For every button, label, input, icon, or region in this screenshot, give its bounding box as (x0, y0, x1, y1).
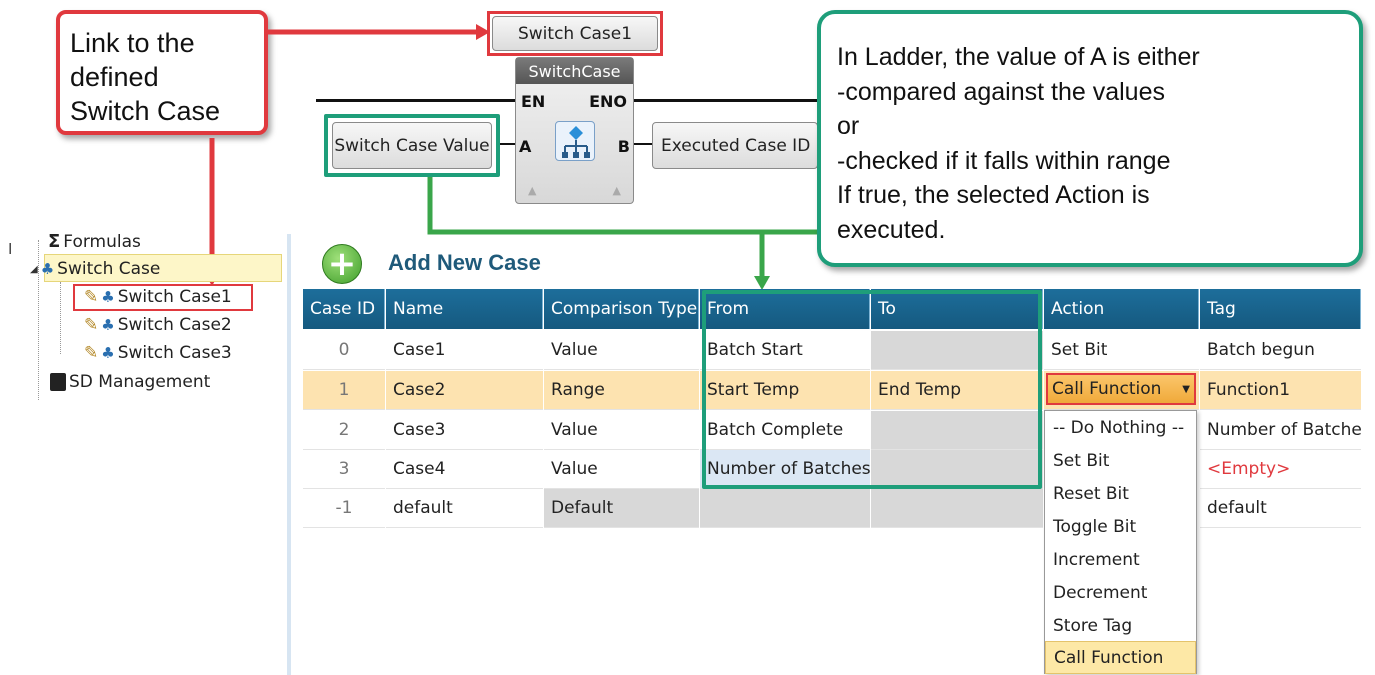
ladder-note-callout: In Ladder, the value of A is either -com… (817, 10, 1363, 267)
cell-name[interactable]: Case4 (386, 450, 543, 489)
cell-tag[interactable]: Number of Batches (1200, 411, 1361, 450)
link-callout-line-3: Switch Case (70, 96, 221, 126)
cell-name[interactable]: Case1 (386, 331, 543, 370)
ladder-note-line-5: If true, the selected Action is (837, 181, 1150, 209)
cell-tag-empty[interactable]: <Empty> (1200, 450, 1361, 489)
cell-case-id: 2 (303, 411, 385, 450)
col-header-action[interactable]: Action (1044, 289, 1199, 329)
tree-item-label: SD Management (69, 372, 211, 392)
from-to-highlight (702, 290, 1042, 489)
tree-guide-child (60, 282, 61, 354)
action-select-value: Call Function (1052, 379, 1162, 399)
tree-item-formulas[interactable]: Σ Formulas (48, 231, 141, 252)
tree-item-label: Switch Case3 (117, 343, 232, 363)
cell-case-id: 3 (303, 450, 385, 489)
tree-item-switch-case3[interactable]: ✎ ♣ Switch Case3 (84, 343, 232, 363)
cell-to (871, 489, 1043, 528)
input-a-label: A (519, 137, 532, 156)
tree-item-switch-case1[interactable]: ✎ ♣ Switch Case1 (84, 287, 232, 307)
dropdown-option-decrement[interactable]: Decrement (1045, 576, 1196, 609)
cell-case-id: -1 (303, 489, 385, 528)
cell-comparison-type: Default (544, 489, 699, 528)
output-b-label: B (617, 137, 630, 156)
en-label: EN (521, 92, 546, 111)
switch-case-value-button[interactable]: Switch Case Value (332, 122, 492, 169)
action-dropdown-list[interactable]: -- Do Nothing -- Set Bit Reset Bit Toggl… (1044, 410, 1197, 674)
cell-name[interactable]: Case2 (386, 371, 543, 410)
edit-icon: ✎ (84, 343, 99, 363)
col-header-tag[interactable]: Tag (1200, 289, 1361, 329)
switch-case-tree-icon: ♣ (101, 344, 115, 362)
ladder-note-line-1: In Ladder, the value of A is either (837, 43, 1200, 71)
ladder-note-line-2: -compared against the values (837, 77, 1165, 106)
edit-icon: ✎ (84, 287, 99, 307)
cell-from (700, 489, 870, 528)
chevron-down-icon: ▼ (1182, 383, 1190, 395)
cell-tag[interactable]: default (1200, 489, 1361, 528)
dropdown-option-store-tag[interactable]: Store Tag (1045, 609, 1196, 642)
tree-item-label: Switch Case1 (117, 287, 232, 307)
block-title: SwitchCase (516, 58, 633, 84)
rung-line-right (634, 99, 818, 102)
dropdown-option-do-nothing[interactable]: -- Do Nothing -- (1045, 411, 1196, 444)
cell-comparison-type[interactable]: Value (544, 331, 699, 370)
left-edge-fragment: I (8, 240, 13, 258)
link-callout-line-2: defined (70, 62, 159, 92)
eno-label: ENO (589, 92, 627, 111)
tree-item-label: Switch Case (57, 259, 161, 279)
tree-item-label: Switch Case2 (117, 315, 232, 335)
link-callout-line-1: Link to the (70, 28, 195, 58)
tree-item-label: Formulas (63, 231, 141, 252)
col-header-case-id[interactable]: Case ID (303, 289, 385, 329)
cell-name[interactable]: default (386, 489, 543, 528)
ladder-note-line-3: or (837, 112, 860, 140)
cell-name[interactable]: Case3 (386, 411, 543, 450)
switch-case-link-button[interactable]: Switch Case1 (492, 16, 658, 51)
switch-case-icon (555, 121, 595, 161)
switch-case-tree-icon: ♣ (101, 316, 115, 334)
collapse-icon[interactable]: ◢ (30, 264, 38, 275)
cell-case-id: 1 (303, 371, 385, 410)
tree-item-sd-management[interactable]: SD Management (50, 372, 210, 392)
edit-icon: ✎ (84, 315, 99, 335)
expand-right-icon[interactable]: ▲ (613, 184, 621, 197)
action-select[interactable]: Call Function ▼ (1046, 373, 1196, 405)
cell-tag[interactable]: Batch begun (1200, 331, 1361, 370)
dropdown-option-increment[interactable]: Increment (1045, 543, 1196, 576)
col-header-name[interactable]: Name (386, 289, 543, 329)
cell-comparison-type[interactable]: Range (544, 371, 699, 410)
cell-tag[interactable]: Function1 (1200, 371, 1361, 410)
cell-comparison-type[interactable]: Value (544, 450, 699, 489)
cell-action[interactable]: Set Bit (1044, 331, 1199, 370)
switchcase-function-block[interactable]: SwitchCase EN ENO A B ▲ ▲ (515, 57, 634, 204)
panel-splitter[interactable] (287, 234, 291, 675)
rung-line-left (316, 99, 516, 102)
dropdown-option-toggle-bit[interactable]: Toggle Bit (1045, 510, 1196, 543)
dropdown-option-call-function[interactable]: Call Function (1045, 641, 1196, 674)
formula-icon: Σ (48, 231, 61, 252)
ladder-note-line-6: executed. (837, 215, 946, 244)
cell-case-id: 0 (303, 331, 385, 370)
col-header-comparison-type[interactable]: Comparison Type (544, 289, 699, 329)
dropdown-option-set-bit[interactable]: Set Bit (1045, 444, 1196, 477)
link-callout: Link to the defined Switch Case (56, 10, 268, 135)
add-case-icon[interactable]: + (322, 244, 362, 284)
ladder-note-line-4: -checked if it falls within range (837, 146, 1171, 175)
executed-case-id-button[interactable]: Executed Case ID (652, 122, 818, 169)
add-new-case-link[interactable]: Add New Case (388, 250, 541, 276)
cell-comparison-type[interactable]: Value (544, 411, 699, 450)
dropdown-option-reset-bit[interactable]: Reset Bit (1045, 477, 1196, 510)
tree-item-switch-case2[interactable]: ✎ ♣ Switch Case2 (84, 315, 232, 335)
wire-b (634, 143, 652, 145)
sd-card-icon (50, 373, 66, 391)
switch-case-tree-icon: ♣ (40, 260, 55, 278)
switch-case-tree-icon: ♣ (101, 288, 115, 306)
expand-left-icon[interactable]: ▲ (528, 184, 536, 197)
tree-item-switch-case[interactable]: ◢ ♣ Switch Case (30, 259, 160, 279)
